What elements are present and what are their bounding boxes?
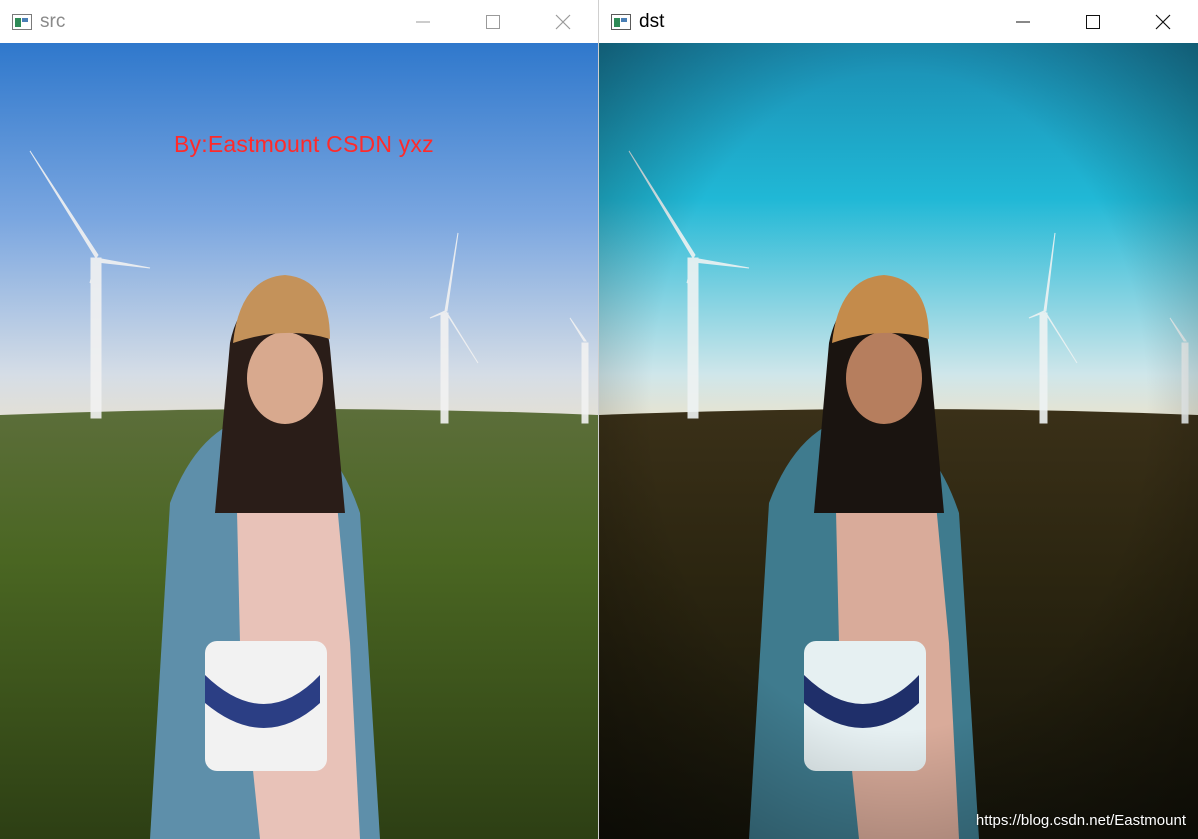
dst-image-view: https://blog.csdn.net/Eastmount <box>599 43 1198 839</box>
minimize-button[interactable] <box>988 0 1058 43</box>
minimize-icon <box>1016 21 1030 22</box>
maximize-icon <box>486 14 500 29</box>
src-titlebar[interactable]: src <box>0 0 598 43</box>
minimize-icon <box>416 21 430 22</box>
close-button[interactable] <box>528 0 598 43</box>
watermark: https://blog.csdn.net/Eastmount <box>975 812 1186 829</box>
app-icon <box>611 13 631 30</box>
overlay-text: By:Eastmount CSDN yxz <box>174 131 434 157</box>
src-image-view: By:Eastmount CSDN yxz <box>0 43 598 839</box>
close-button[interactable] <box>1128 0 1198 43</box>
window-title: dst <box>639 10 665 32</box>
minimize-button[interactable] <box>388 0 458 43</box>
window-title: src <box>40 10 66 32</box>
dst-window: dst https://blog.csdn.net/Eastmount <box>598 0 1198 839</box>
close-icon <box>555 14 571 29</box>
src-window: src By:Eastmount CSDN yxz <box>0 0 598 839</box>
dst-titlebar[interactable]: dst <box>599 0 1198 43</box>
app-icon <box>12 13 32 30</box>
maximize-icon <box>1086 14 1100 29</box>
src-photo <box>0 43 598 839</box>
maximize-button[interactable] <box>458 0 528 43</box>
dst-photo <box>599 43 1198 839</box>
close-icon <box>1155 14 1171 29</box>
maximize-button[interactable] <box>1058 0 1128 43</box>
